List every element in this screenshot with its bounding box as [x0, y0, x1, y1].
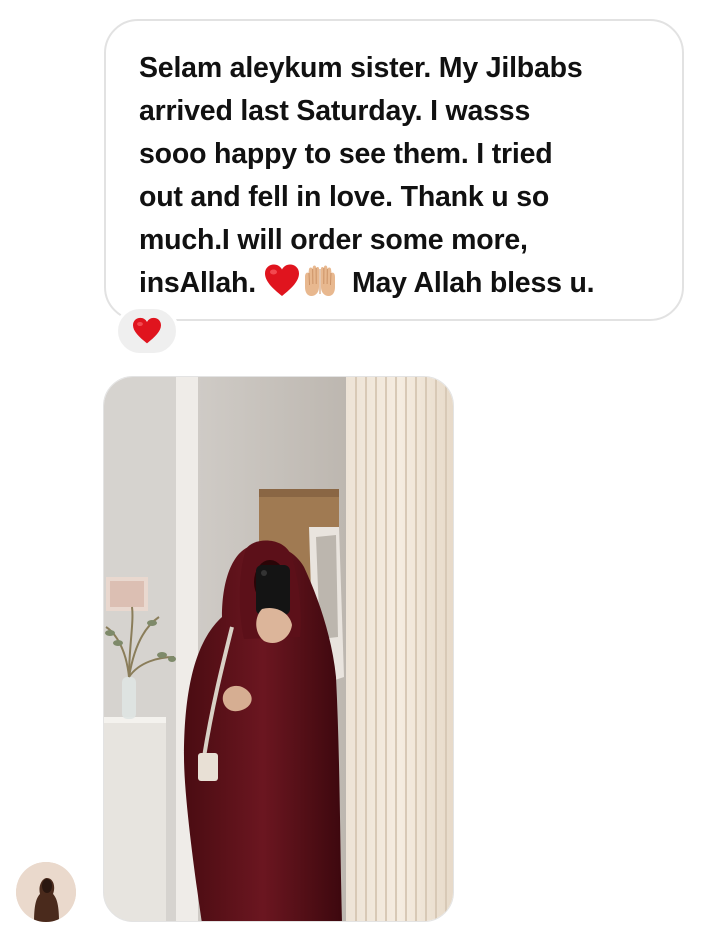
message-line-last: insAllah. May Allah bless u.: [139, 262, 652, 305]
message-reaction[interactable]: [115, 306, 179, 356]
message-line: sooo happy to see them. I tried: [139, 138, 553, 170]
sender-avatar[interactable]: [16, 862, 76, 922]
message-line: out and fell in love. Thank u so: [139, 181, 550, 213]
message-line: Selam aleykum sister. My Jilbabs: [139, 52, 583, 84]
red-heart-icon: [133, 317, 161, 344]
palms-up-together-icon: [304, 265, 335, 296]
avatar-image: [16, 862, 76, 922]
message-bubble[interactable]: Selam aleykum sister. My Jilbabs arrived…: [104, 19, 684, 321]
mirror-selfie-image: [104, 377, 453, 921]
message-text: Selam aleykum sister. My Jilbabs arrived…: [139, 47, 652, 305]
message-line-end: May Allah bless u.: [351, 267, 595, 299]
photo-message[interactable]: [103, 376, 454, 922]
message-line-start: insAllah.: [139, 267, 256, 299]
message-line: arrived last Saturday. I wasss: [139, 95, 531, 127]
message-line: much.I will order some more,: [139, 224, 528, 256]
red-heart-icon: [264, 264, 299, 296]
